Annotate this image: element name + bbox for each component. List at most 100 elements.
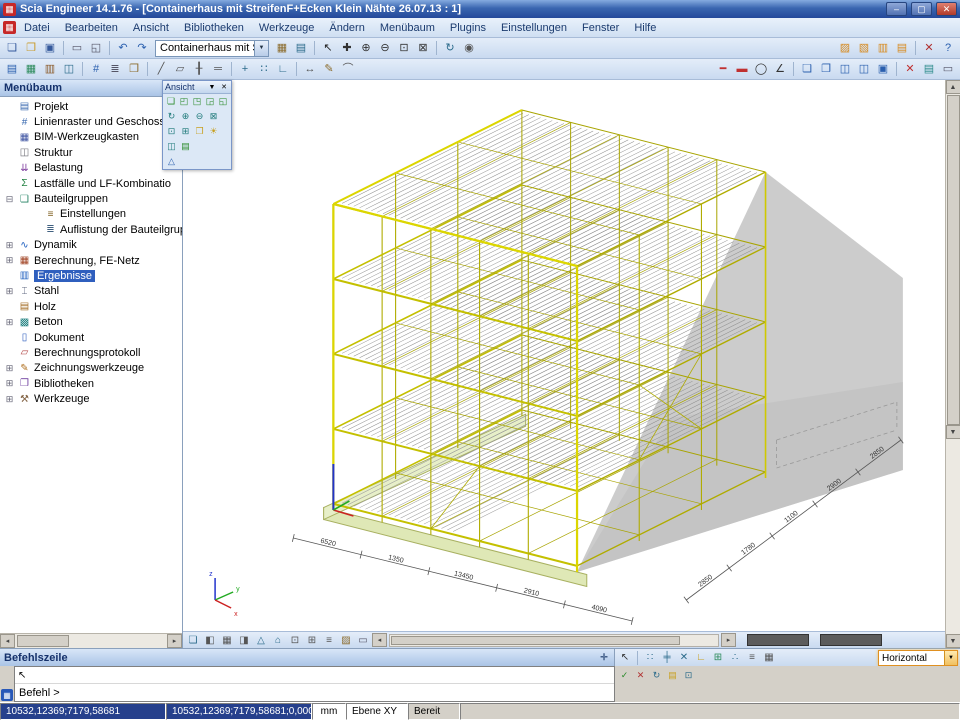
print-view-icon[interactable]: ▭ xyxy=(355,633,371,648)
application-button[interactable]: ▦ xyxy=(3,21,16,34)
tree-plus-expander-icon[interactable]: ⊞ xyxy=(4,286,15,297)
line-grid-icon[interactable]: # xyxy=(87,61,105,78)
repeat-icon[interactable]: ↻ xyxy=(649,668,664,682)
clipboard-icon[interactable]: ▤ xyxy=(920,61,938,78)
coords-icon[interactable]: ▦ xyxy=(761,650,777,665)
dot-grid-icon[interactable]: ∴ xyxy=(727,650,743,665)
menu-datei[interactable]: Datei xyxy=(17,20,57,36)
open-project-icon[interactable]: ❐ xyxy=(22,40,40,57)
menu-bearbeiten[interactable]: Bearbeiten xyxy=(58,20,125,36)
units-indicator[interactable]: mm xyxy=(312,703,346,720)
delete-icon[interactable]: ✕ xyxy=(901,61,919,78)
sidebar-item-bauteilgruppen[interactable]: ⊟❏Bauteilgruppen xyxy=(0,191,182,206)
menu-bibliotheken[interactable]: Bibliotheken xyxy=(177,20,251,36)
property-panel-icon[interactable]: ◫ xyxy=(60,61,78,78)
tree-plus-expander-icon[interactable]: ⊞ xyxy=(4,394,15,405)
view-z-icon[interactable]: ◲ xyxy=(204,95,216,108)
scroll-left-icon[interactable]: ◂ xyxy=(0,634,15,648)
accept-icon[interactable]: ✓ xyxy=(617,668,632,682)
viewport-horizontal-scrollbar[interactable] xyxy=(389,634,719,647)
member-2d-icon[interactable]: ▱ xyxy=(171,61,189,78)
menu-ändern[interactable]: Ändern xyxy=(322,20,371,36)
circle-tool-icon[interactable]: ◯ xyxy=(752,61,770,78)
catalog-icon[interactable]: ❐ xyxy=(125,61,143,78)
menu-fenster[interactable]: Fenster xyxy=(575,20,626,36)
light-icon[interactable]: ☀ xyxy=(207,125,220,138)
chevron-down-icon[interactable]: ▼ xyxy=(944,651,957,665)
zoom-all-icon[interactable]: ⊠ xyxy=(414,40,432,57)
column-icon[interactable]: ╂ xyxy=(190,61,208,78)
table-results-icon[interactable]: ▥ xyxy=(41,61,59,78)
axes-toggle-icon[interactable]: ⊞ xyxy=(304,633,320,648)
rotate-icon[interactable]: ↻ xyxy=(165,110,178,123)
sidebar-item-lastfaelle[interactable]: ΣLastfälle und LF-Kombinatio xyxy=(0,176,182,191)
direction-combo[interactable]: Horizontal ▼ xyxy=(878,650,958,666)
sidebar-item-belastung[interactable]: ⇊Belastung xyxy=(0,161,182,176)
view-split-handle[interactable] xyxy=(747,634,809,646)
save-icon[interactable]: ▣ xyxy=(41,40,59,57)
display-palette-icon[interactable]: ▤ xyxy=(179,140,192,153)
sidebar-item-einstellungen[interactable]: ≡Einstellungen xyxy=(0,207,182,222)
new-window-icon[interactable]: ◫ xyxy=(165,140,178,153)
result-display-icon[interactable]: ▧ xyxy=(855,40,873,57)
snap-intersect-icon[interactable]: ✕ xyxy=(676,650,692,665)
model-canvas[interactable]: 6520135013450291040902850178011002900285… xyxy=(183,80,945,631)
filter-icon[interactable]: ▤ xyxy=(665,668,680,682)
calculator-icon[interactable]: ▦ xyxy=(273,40,291,57)
window-vertical-icon[interactable]: ◫ xyxy=(855,61,873,78)
zoom-selection-icon[interactable]: ⊞ xyxy=(179,125,192,138)
view-y-icon[interactable]: ◳ xyxy=(191,95,203,108)
scroll-up-icon[interactable]: ▲ xyxy=(946,80,960,94)
annotate-icon[interactable]: ✎ xyxy=(320,61,338,78)
wireframe-icon[interactable]: ▦ xyxy=(219,633,235,648)
visibility-icon[interactable]: ❐ xyxy=(193,125,206,138)
command-history[interactable]: ↖ xyxy=(15,667,614,684)
render-settings-icon[interactable]: ▤ xyxy=(893,40,911,57)
clip-box-icon[interactable]: ⊡ xyxy=(287,633,303,648)
hidden-lines-icon[interactable]: ◨ xyxy=(236,633,252,648)
new-project-icon[interactable]: ❏ xyxy=(3,40,21,57)
scroll-right-icon[interactable]: ▸ xyxy=(721,633,736,647)
zoom-window-icon[interactable]: ⊡ xyxy=(395,40,413,57)
sidebar-item-berechnung-fe-netz[interactable]: ⊞▦Berechnung, FE-Netz xyxy=(0,253,182,268)
perspective-toggle-icon[interactable]: △ xyxy=(165,155,178,168)
snap-mid-icon[interactable]: ╪ xyxy=(659,650,675,665)
scroll-right-icon[interactable]: ▸ xyxy=(167,634,182,648)
menu-menübaum[interactable]: Menübaum xyxy=(373,20,442,36)
scroll-down-icon[interactable]: ▼ xyxy=(946,425,960,439)
cursor-snap-icon[interactable]: ↖ xyxy=(617,650,633,665)
dimension-icon[interactable]: ↔ xyxy=(301,61,319,78)
sidebar-item-projekt[interactable]: ▤Projekt xyxy=(0,99,182,114)
labels-display-icon[interactable]: ▥ xyxy=(874,40,892,57)
render-mode-icon[interactable]: ▨ xyxy=(338,633,354,648)
chevron-down-icon[interactable]: ▼ xyxy=(254,41,268,56)
sidebar-item-dynamik[interactable]: ⊞∿Dynamik xyxy=(0,238,182,253)
tree-minus-expander-icon[interactable]: ⊟ xyxy=(4,194,15,205)
ortho-icon[interactable]: ∟ xyxy=(274,61,292,78)
beam-icon[interactable]: ═ xyxy=(209,61,227,78)
zoom-in-icon[interactable]: ⊕ xyxy=(357,40,375,57)
print-preview-icon[interactable]: ◱ xyxy=(87,40,105,57)
perspective-icon[interactable]: △ xyxy=(253,633,269,648)
printer-icon[interactable]: ▭ xyxy=(939,61,957,78)
menu-hilfe[interactable]: Hilfe xyxy=(627,20,663,36)
redo-icon[interactable]: ↷ xyxy=(133,40,151,57)
tree-plus-expander-icon[interactable]: ⊞ xyxy=(4,378,15,389)
ansicht-header[interactable]: Ansicht ▼ ✕ xyxy=(163,81,231,94)
member-1d-icon[interactable]: ╱ xyxy=(152,61,170,78)
window-close-icon[interactable]: ▣ xyxy=(874,61,892,78)
sidebar-item-werkzeuge[interactable]: ⊞⚒Werkzeuge xyxy=(0,391,182,406)
view-flip-icon[interactable]: ◱ xyxy=(217,95,229,108)
red-beam-icon[interactable]: ▬ xyxy=(733,61,751,78)
print-icon[interactable]: ▭ xyxy=(68,40,86,57)
layers-icon[interactable]: ▤ xyxy=(292,40,310,57)
zoom-out-icon[interactable]: ⊖ xyxy=(193,110,206,123)
snap-ortho-icon[interactable]: ∟ xyxy=(693,650,709,665)
scrollbar-thumb[interactable] xyxy=(391,636,680,645)
menu-werkzeuge[interactable]: Werkzeuge xyxy=(252,20,321,36)
scrollbar-thumb[interactable] xyxy=(947,95,960,425)
table-input-icon[interactable]: ▦ xyxy=(22,61,40,78)
snap-point-icon[interactable]: ∷ xyxy=(642,650,658,665)
window-horizontal-icon[interactable]: ◫ xyxy=(836,61,854,78)
sidebar-item-beton[interactable]: ⊞▩Beton xyxy=(0,314,182,329)
